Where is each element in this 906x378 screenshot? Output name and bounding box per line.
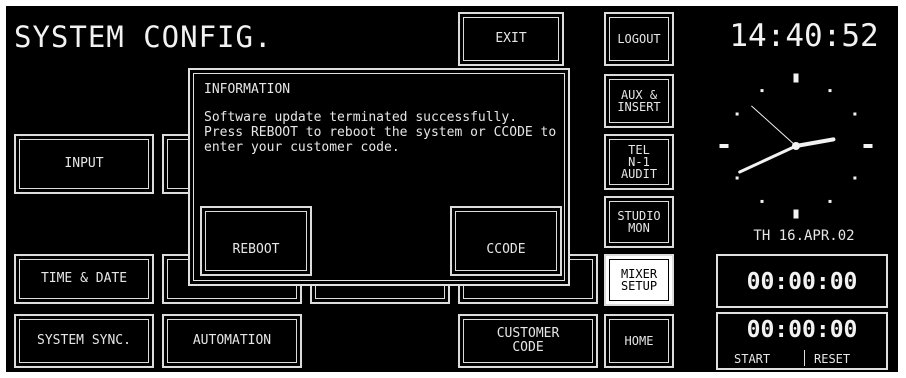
- system-sync-button[interactable]: SYSTEM SYNC.: [14, 314, 154, 368]
- clock-second-hand: [751, 105, 797, 147]
- clock-time: 14:40:52: [729, 18, 879, 54]
- clock-tick: [828, 89, 832, 93]
- time-date-button[interactable]: TIME & DATE: [14, 254, 154, 304]
- clock-tick: [793, 73, 799, 83]
- clock-center: [792, 142, 800, 150]
- automation-button[interactable]: AUTOMATION: [162, 314, 302, 368]
- tel-n1-audit-button[interactable]: TEL N-1 AUDIT: [604, 134, 674, 190]
- timer-2-value: 00:00:00: [746, 317, 858, 343]
- home-label: HOME: [624, 334, 654, 348]
- logout-button[interactable]: LOGOUT: [604, 12, 674, 66]
- mixer-setup-button[interactable]: MIXER SETUP: [604, 254, 674, 306]
- information-dialog: INFORMATION Software update terminated s…: [188, 68, 570, 286]
- ccode-button[interactable]: CCODE: [450, 206, 562, 276]
- input-label: INPUT: [64, 156, 104, 171]
- aux-insert-label: AUX & INSERT: [617, 88, 661, 114]
- clock-hour-hand: [794, 137, 836, 148]
- timer-1-value: 00:00:00: [746, 269, 858, 295]
- aux-insert-button[interactable]: AUX & INSERT: [604, 74, 674, 128]
- clock-tick: [828, 199, 832, 203]
- input-button[interactable]: INPUT: [14, 134, 154, 194]
- home-button[interactable]: HOME: [604, 314, 674, 368]
- reboot-label: REBOOT: [232, 242, 280, 258]
- clock-tick: [760, 89, 764, 93]
- exit-label: EXIT: [495, 31, 527, 46]
- dialog-message: Software update terminated successfully.…: [204, 110, 557, 155]
- timer-2[interactable]: 00:00:00 START RESET: [716, 312, 888, 370]
- dialog-title: INFORMATION: [204, 82, 291, 97]
- clock-tick: [793, 209, 799, 219]
- analog-clock-icon: [719, 73, 873, 219]
- clock-tick: [735, 176, 739, 180]
- studio-mon-label: STUDIO MON: [617, 209, 661, 235]
- ccode-label: CCODE: [486, 242, 526, 258]
- studio-mon-button[interactable]: STUDIO MON: [604, 196, 674, 248]
- reboot-button[interactable]: REBOOT: [200, 206, 312, 276]
- customer-code-button[interactable]: CUSTOMER CODE: [458, 314, 598, 368]
- clock-tick: [735, 112, 739, 116]
- clock-minute-hand: [738, 144, 798, 174]
- clock-tick: [853, 112, 857, 116]
- system-config-screen: SYSTEM CONFIG. EXIT INPUT TIME & DATE SY…: [6, 6, 898, 372]
- logout-label: LOGOUT: [617, 32, 661, 46]
- timer-start-button[interactable]: START: [734, 352, 770, 366]
- tel-n1-audit-label: TEL N-1 AUDIT: [620, 143, 658, 181]
- clock-date: TH 16.APR.02: [753, 228, 855, 244]
- time-date-label: TIME & DATE: [40, 271, 128, 286]
- system-sync-label: SYSTEM SYNC.: [37, 333, 131, 348]
- timer-1[interactable]: 00:00:00: [716, 254, 888, 308]
- mixer-setup-label: MIXER SETUP: [620, 267, 658, 293]
- customer-code-label: CUSTOMER CODE: [496, 326, 560, 355]
- clock-tick: [853, 176, 857, 180]
- automation-label: AUTOMATION: [192, 333, 272, 348]
- timer-divider: [804, 350, 805, 366]
- clock-tick: [760, 199, 764, 203]
- timer-reset-button[interactable]: RESET: [814, 352, 850, 366]
- exit-button[interactable]: EXIT: [458, 12, 564, 66]
- clock-tick: [863, 144, 873, 148]
- page-title: SYSTEM CONFIG.: [14, 20, 273, 54]
- clock-tick: [719, 144, 729, 148]
